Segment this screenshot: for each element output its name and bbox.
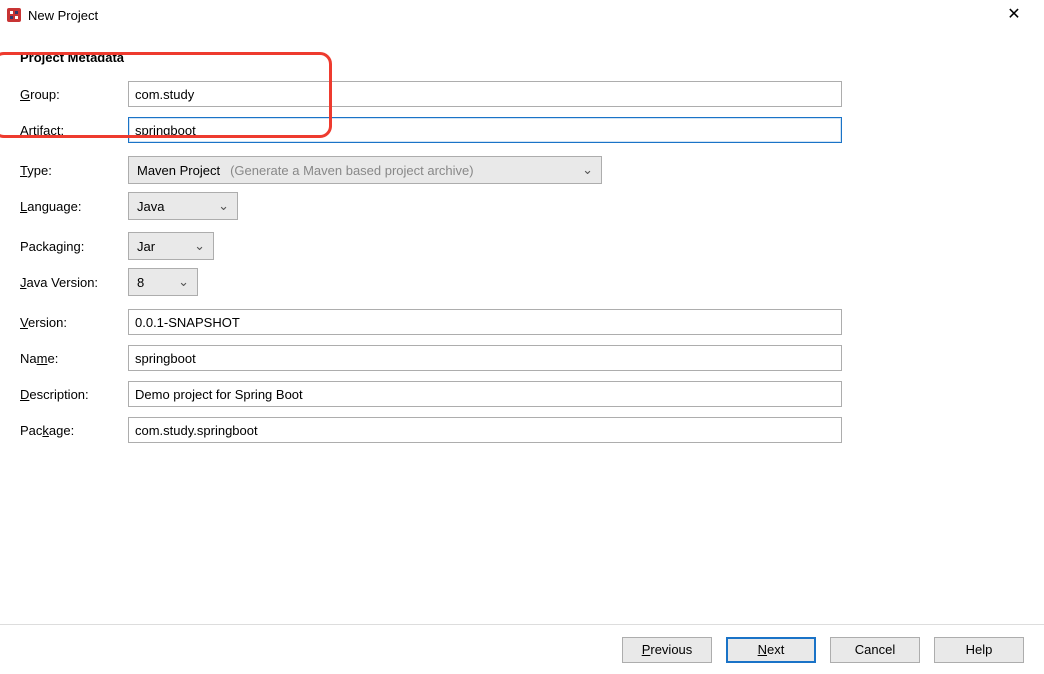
footer-buttons: Previous Next Cancel Help [0, 624, 1044, 674]
type-select[interactable]: Maven Project (Generate a Maven based pr… [128, 156, 602, 184]
row-artifact: Artifact: [20, 115, 1024, 145]
row-name: Name: [20, 343, 1024, 373]
group-input[interactable] [128, 81, 842, 107]
label-artifact: Artifact: [20, 123, 128, 138]
close-icon[interactable]: ✕ [994, 0, 1034, 30]
row-description: Description: [20, 379, 1024, 409]
row-version: Version: [20, 307, 1024, 337]
packaging-select-value: Jar [137, 239, 155, 254]
app-icon [6, 7, 22, 23]
previous-button[interactable]: Previous [622, 637, 712, 663]
next-button[interactable]: Next [726, 637, 816, 663]
row-type: Type: Maven Project (Generate a Maven ba… [20, 155, 1024, 185]
label-group: Group: [20, 87, 128, 102]
help-button[interactable]: Help [934, 637, 1024, 663]
chevron-down-icon: ⌄ [218, 198, 229, 214]
section-heading: Project Metadata [20, 50, 1024, 65]
row-packaging: Packaging: Jar ⌄ [20, 231, 1024, 261]
chevron-down-icon: ⌄ [178, 274, 189, 290]
description-input[interactable] [128, 381, 842, 407]
label-java-version: Java Version: [20, 275, 128, 290]
language-select[interactable]: Java ⌄ [128, 192, 238, 220]
window-title: New Project [28, 8, 98, 23]
form: Group: Artifact: Type: Maven Project (Ge… [20, 79, 1024, 445]
name-input[interactable] [128, 345, 842, 371]
label-type: Type: [20, 163, 128, 178]
java-version-select-value: 8 [137, 275, 144, 290]
packaging-select[interactable]: Jar ⌄ [128, 232, 214, 260]
cancel-button[interactable]: Cancel [830, 637, 920, 663]
title-bar: New Project ✕ [0, 0, 1044, 30]
label-name: Name: [20, 351, 128, 366]
artifact-input[interactable] [128, 117, 842, 143]
version-input[interactable] [128, 309, 842, 335]
label-packaging: Packaging: [20, 239, 128, 254]
chevron-down-icon: ⌄ [582, 162, 593, 178]
content-area: Project Metadata Group: Artifact: Type: … [0, 30, 1044, 445]
label-description: Description: [20, 387, 128, 402]
label-version: Version: [20, 315, 128, 330]
language-select-value: Java [137, 199, 164, 214]
row-language: Language: Java ⌄ [20, 191, 1024, 221]
type-select-hint: (Generate a Maven based project archive) [230, 163, 474, 178]
row-package: Package: [20, 415, 1024, 445]
type-select-value: Maven Project [137, 163, 220, 178]
row-java-version: Java Version: 8 ⌄ [20, 267, 1024, 297]
java-version-select[interactable]: 8 ⌄ [128, 268, 198, 296]
chevron-down-icon: ⌄ [194, 238, 205, 254]
label-package: Package: [20, 423, 128, 438]
package-input[interactable] [128, 417, 842, 443]
label-language: Language: [20, 199, 128, 214]
row-group: Group: [20, 79, 1024, 109]
